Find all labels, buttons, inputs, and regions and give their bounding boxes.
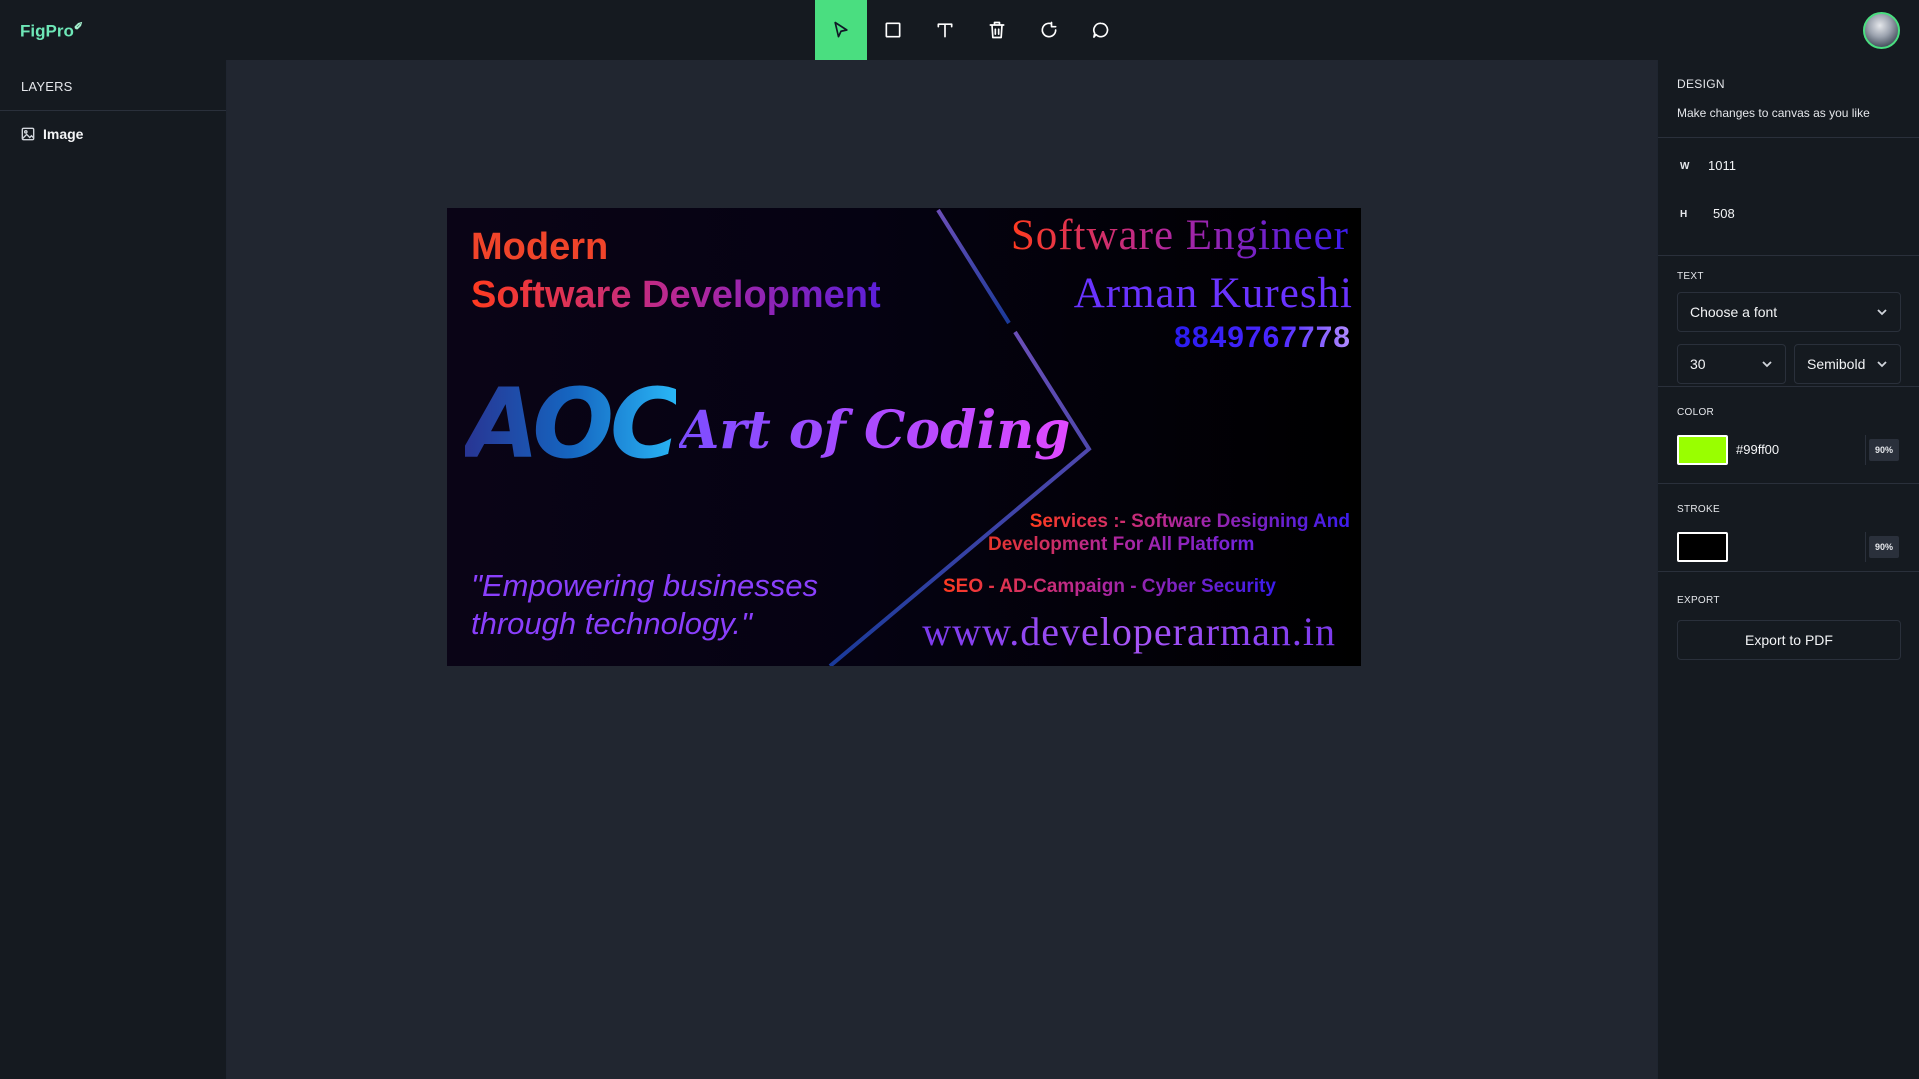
text-title: TEXT xyxy=(1677,271,1704,282)
chevron-down-icon xyxy=(1877,309,1887,316)
height-value[interactable]: 508 xyxy=(1713,206,1735,221)
font-select-label: Choose a font xyxy=(1690,304,1778,320)
design-header-section: DESIGN Make changes to canvas as you lik… xyxy=(1658,60,1919,138)
layer-item-image[interactable]: Image xyxy=(0,123,226,145)
export-pdf-button[interactable]: Export to PDF xyxy=(1677,620,1901,660)
card-phone: 8849767778 xyxy=(1174,321,1351,354)
comment-tool-button[interactable] xyxy=(1075,0,1127,60)
comment-icon xyxy=(1093,22,1109,38)
height-label: H xyxy=(1680,209,1688,220)
design-description: Make changes to canvas as you like xyxy=(1677,106,1870,120)
width-value[interactable]: 1011 xyxy=(1708,158,1736,173)
layers-title: LAYERS xyxy=(0,60,226,111)
fill-color-swatch[interactable] xyxy=(1677,435,1728,465)
card-heading-line2: Software Development xyxy=(471,274,951,317)
image-icon xyxy=(21,127,35,141)
dimensions-section: W 1011 H 508 xyxy=(1658,138,1919,256)
chevron-down-icon xyxy=(1877,361,1887,368)
stroke-title: STROKE xyxy=(1677,504,1720,515)
stroke-opacity[interactable]: 90% xyxy=(1869,536,1899,558)
stroke-color-hex[interactable] xyxy=(1736,532,1866,562)
text-icon xyxy=(937,23,953,38)
color-title: COLOR xyxy=(1677,407,1715,418)
card-seo: SEO - AD-Campaign - Cyber Security xyxy=(943,576,1276,597)
trash-icon xyxy=(989,21,1005,39)
card-role: Software Engineer xyxy=(1010,212,1349,259)
font-size-select[interactable]: 30 xyxy=(1677,344,1786,384)
canvas-image[interactable]: Modern Software Development AOC Art of C… xyxy=(447,208,1361,666)
stroke-color-swatch[interactable] xyxy=(1677,532,1728,562)
fill-color-row: #99ff00 90% xyxy=(1677,435,1901,465)
rectangle-tool-button[interactable] xyxy=(867,0,919,60)
card-services-line1: Services :- Software Designing And xyxy=(1029,511,1350,532)
width-label: W xyxy=(1680,161,1690,172)
top-navbar: FigPro✐ xyxy=(0,0,1919,60)
chevron-down-icon xyxy=(1762,361,1772,368)
select-tool-button[interactable] xyxy=(815,0,867,60)
logo-text: FigPro xyxy=(20,21,74,41)
cursor-icon xyxy=(834,21,848,38)
aoc-logo-script: Art of Coding xyxy=(679,400,1071,461)
export-title: EXPORT xyxy=(1677,595,1720,606)
delete-tool-button[interactable] xyxy=(971,0,1023,60)
card-heading-line1: Modern xyxy=(471,226,609,268)
fill-opacity[interactable]: 90% xyxy=(1869,439,1899,461)
square-icon xyxy=(885,22,901,38)
font-size-label: 30 xyxy=(1690,356,1706,372)
design-title: DESIGN xyxy=(1677,77,1725,91)
logo-mark-icon: ✐ xyxy=(73,21,84,33)
fill-color-hex[interactable]: #99ff00 xyxy=(1736,435,1866,465)
card-quote-line2: through technology." xyxy=(471,606,753,641)
text-tool-button[interactable] xyxy=(919,0,971,60)
font-weight-label: Semibold xyxy=(1807,356,1866,372)
card-quote-line1: "Empowering businesses xyxy=(471,568,819,603)
card-name: Arman Kureshi xyxy=(1073,270,1353,317)
toolbar xyxy=(815,0,1127,60)
font-select[interactable]: Choose a font xyxy=(1677,292,1901,332)
app-logo[interactable]: FigPro✐ xyxy=(20,20,83,42)
stroke-color-row: 90% xyxy=(1677,532,1901,562)
design-panel: DESIGN Make changes to canvas as you lik… xyxy=(1657,60,1919,1079)
stroke-section: STROKE 90% xyxy=(1658,484,1919,572)
rotate-icon xyxy=(1041,21,1057,38)
text-section: TEXT Choose a font 30 Semibold xyxy=(1658,256,1919,387)
color-section: COLOR #99ff00 90% xyxy=(1658,387,1919,484)
font-weight-select[interactable]: Semibold xyxy=(1794,344,1901,384)
reset-tool-button[interactable] xyxy=(1023,0,1075,60)
card-services-line2: Development For All Platform xyxy=(988,534,1255,555)
user-avatar[interactable] xyxy=(1863,12,1900,49)
card-website: www.developerarman.in xyxy=(922,609,1336,654)
layer-item-label: Image xyxy=(43,126,84,142)
aoc-logo-letters: AOC xyxy=(465,368,680,480)
layers-panel: LAYERS Image xyxy=(0,60,227,1079)
